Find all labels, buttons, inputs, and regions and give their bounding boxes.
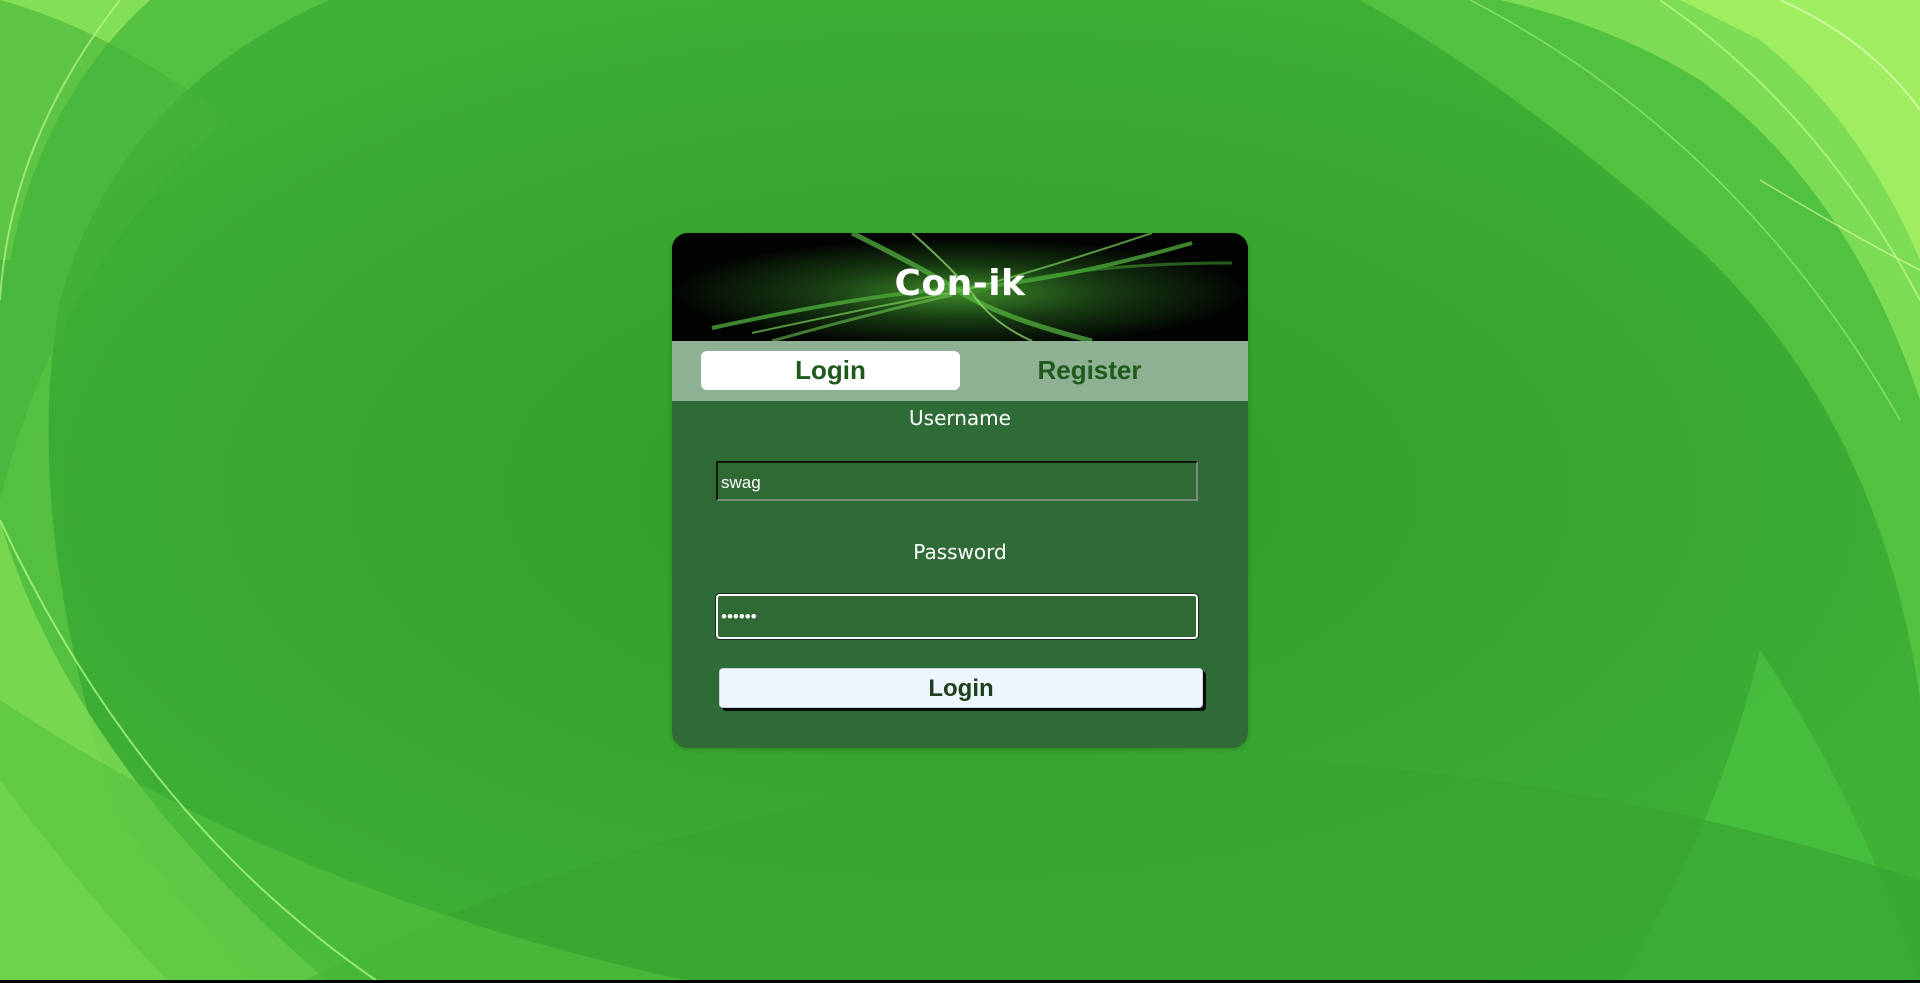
app-title: Con-ik: [894, 263, 1026, 304]
login-button[interactable]: Login: [719, 668, 1203, 708]
auth-tabs: Login Register: [672, 341, 1248, 401]
username-label: Username: [909, 406, 1011, 430]
header-banner: Con-ik: [672, 233, 1248, 341]
username-field[interactable]: swag: [716, 461, 1198, 501]
login-card: Con-ik Login Register Username swag Pass…: [672, 233, 1248, 748]
password-label: Password: [913, 540, 1007, 564]
tab-register[interactable]: Register: [960, 351, 1219, 390]
password-field[interactable]: ••••••: [716, 594, 1198, 639]
tab-login[interactable]: Login: [701, 351, 960, 390]
